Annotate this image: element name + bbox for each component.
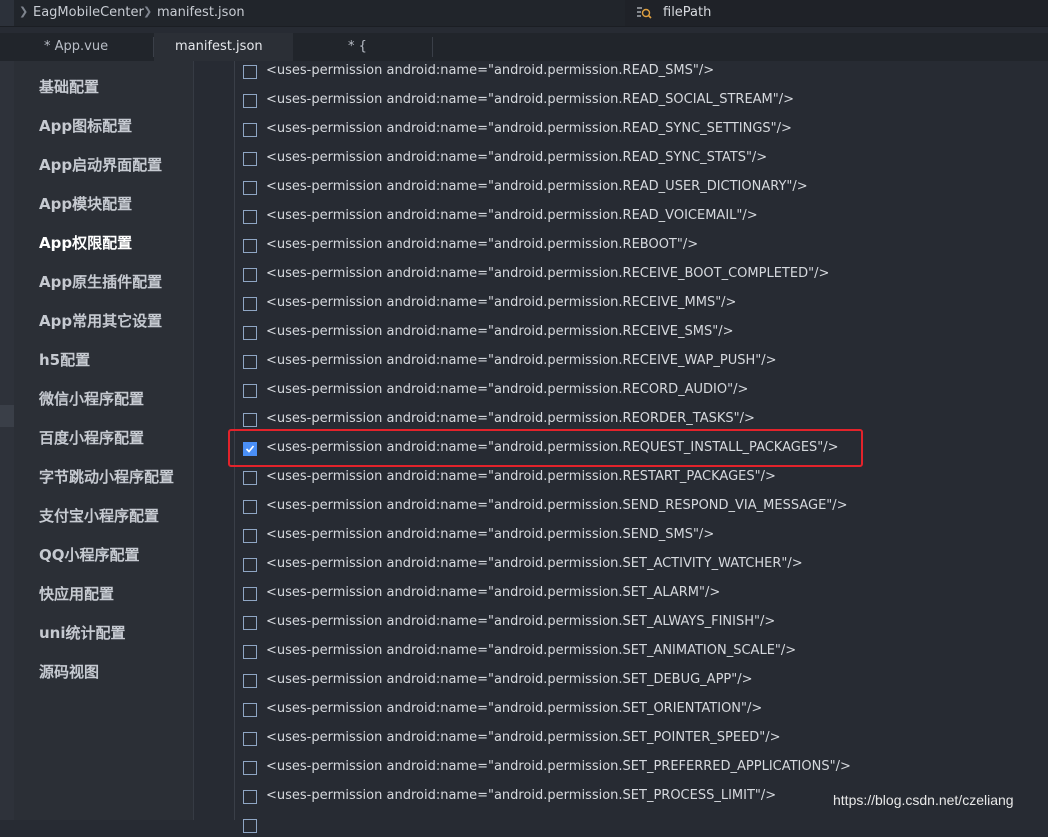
sidebar-item-basic[interactable]: 基础配置	[39, 76, 99, 97]
sidebar-item-h5[interactable]: h5配置	[39, 349, 90, 370]
sidebar-item-alipay-mp[interactable]: 支付宝小程序配置	[39, 505, 159, 526]
tab-label: * App.vue	[44, 39, 109, 54]
highlight-box	[228, 429, 863, 467]
permission-label: <uses-permission android:name="android.p…	[266, 92, 795, 107]
permission-label: <uses-permission android:name="android.p…	[266, 382, 749, 397]
permission-label: <uses-permission android:name="android.p…	[266, 237, 699, 252]
checkbox[interactable]	[243, 790, 257, 804]
permission-label: <uses-permission android:name="android.p…	[266, 759, 851, 774]
permission-label: <uses-permission android:name="android.p…	[266, 469, 776, 484]
checkbox[interactable]	[243, 268, 257, 282]
permission-label: <uses-permission android:name="android.p…	[266, 121, 792, 136]
activity-strip	[0, 0, 14, 26]
checkbox[interactable]	[243, 703, 257, 717]
sidebar-item-source-view[interactable]: 源码视图	[39, 661, 99, 682]
permission-label: <uses-permission android:name="android.p…	[266, 556, 803, 571]
permission-label: <uses-permission android:name="android.p…	[266, 643, 797, 658]
sidebar-item-app-native-plugins[interactable]: App原生插件配置	[39, 271, 162, 292]
editor-tabs: * App.vue manifest.json * {	[0, 33, 1048, 61]
checkbox[interactable]	[243, 558, 257, 572]
chevron-right-icon: ❯	[143, 5, 153, 18]
permission-label: <uses-permission android:name="android.p…	[266, 585, 721, 600]
breadcrumb-bar: ❯ EagMobileCenter ❯ manifest.json filePa…	[0, 0, 1048, 27]
checkbox[interactable]	[243, 210, 257, 224]
breadcrumb-file[interactable]: manifest.json	[157, 5, 245, 20]
permission-label: <uses-permission android:name="android.p…	[266, 353, 777, 368]
watermark-text: https://blog.csdn.net/czeliang	[833, 792, 1014, 808]
checkbox[interactable]	[243, 65, 257, 79]
checkbox[interactable]	[243, 732, 257, 746]
checkbox[interactable]	[243, 645, 257, 659]
permission-label: <uses-permission android:name="android.p…	[266, 614, 776, 629]
permission-label: <uses-permission android:name="android.p…	[266, 730, 781, 745]
sidebar-item-uni-stat[interactable]: uni统计配置	[39, 622, 126, 643]
permission-label: <uses-permission android:name="android.p…	[266, 527, 715, 542]
checkbox[interactable]	[243, 384, 257, 398]
sidebar-item-quickapp[interactable]: 快应用配置	[39, 583, 114, 604]
tab-label: * {	[348, 39, 367, 54]
sidebar-item-app-modules[interactable]: App模块配置	[39, 193, 132, 214]
permission-label: <uses-permission android:name="android.p…	[266, 411, 755, 426]
search-input[interactable]: filePath	[663, 5, 711, 20]
sidebar-item-toutiao-mp[interactable]: 字节跳动小程序配置	[39, 466, 174, 487]
permission-label: <uses-permission android:name="android.p…	[266, 179, 808, 194]
checkbox[interactable]	[243, 761, 257, 775]
checkbox[interactable]	[243, 326, 257, 340]
checkbox[interactable]	[243, 152, 257, 166]
sidebar-item-app-icon[interactable]: App图标配置	[39, 115, 132, 136]
checkbox[interactable]	[243, 239, 257, 253]
tab-untitled[interactable]: * {	[293, 33, 433, 61]
checkbox[interactable]	[243, 616, 257, 630]
permission-label: <uses-permission android:name="android.p…	[266, 672, 753, 687]
sidebar-item-app-other-settings[interactable]: App常用其它设置	[39, 310, 162, 331]
checkbox[interactable]	[243, 587, 257, 601]
permission-label: <uses-permission android:name="android.p…	[266, 266, 830, 281]
left-edge-strip	[0, 61, 14, 820]
checkbox[interactable]	[243, 471, 257, 485]
tab-app-vue[interactable]: * App.vue	[0, 33, 154, 61]
checkbox[interactable]	[243, 94, 257, 108]
sidebar-item-app-splash[interactable]: App启动界面配置	[39, 154, 162, 175]
checkbox[interactable]	[243, 674, 257, 688]
checkbox[interactable]	[243, 500, 257, 514]
tab-label: manifest.json	[175, 39, 263, 54]
permission-label: <uses-permission android:name="android.p…	[266, 701, 763, 716]
permission-label: <uses-permission android:name="android.p…	[266, 788, 777, 803]
breadcrumb-project[interactable]: EagMobileCenter	[33, 5, 144, 20]
checkbox[interactable]	[243, 529, 257, 543]
checkbox[interactable]	[243, 355, 257, 369]
permission-label: <uses-permission android:name="android.p…	[266, 150, 768, 165]
tab-separator	[432, 37, 433, 57]
chevron-right-icon: ❯	[19, 5, 29, 18]
permission-label: <uses-permission android:name="android.p…	[266, 63, 715, 78]
sidebar-item-app-permissions[interactable]: App权限配置	[39, 232, 132, 253]
permission-label: <uses-permission android:name="android.p…	[266, 498, 848, 513]
sidebar-item-baidu-mp[interactable]: 百度小程序配置	[39, 427, 144, 448]
edge-marker	[0, 405, 14, 427]
checkbox[interactable]	[243, 181, 257, 195]
sidebar-item-qq-mp[interactable]: QQ小程序配置	[39, 544, 140, 565]
permission-label: <uses-permission android:name="android.p…	[266, 295, 737, 310]
checkbox[interactable]	[243, 819, 257, 833]
search-icon	[637, 7, 652, 19]
checkbox[interactable]	[243, 123, 257, 137]
checkbox[interactable]	[243, 413, 257, 427]
config-sidebar: 基础配置 App图标配置 App启动界面配置 App模块配置 App权限配置 A…	[14, 61, 194, 820]
permission-label: <uses-permission android:name="android.p…	[266, 208, 758, 223]
tab-manifest-json[interactable]: manifest.json	[154, 33, 293, 61]
permission-label: <uses-permission android:name="android.p…	[266, 324, 734, 339]
sidebar-item-weixin-mp[interactable]: 微信小程序配置	[39, 388, 144, 409]
checkbox[interactable]	[243, 297, 257, 311]
